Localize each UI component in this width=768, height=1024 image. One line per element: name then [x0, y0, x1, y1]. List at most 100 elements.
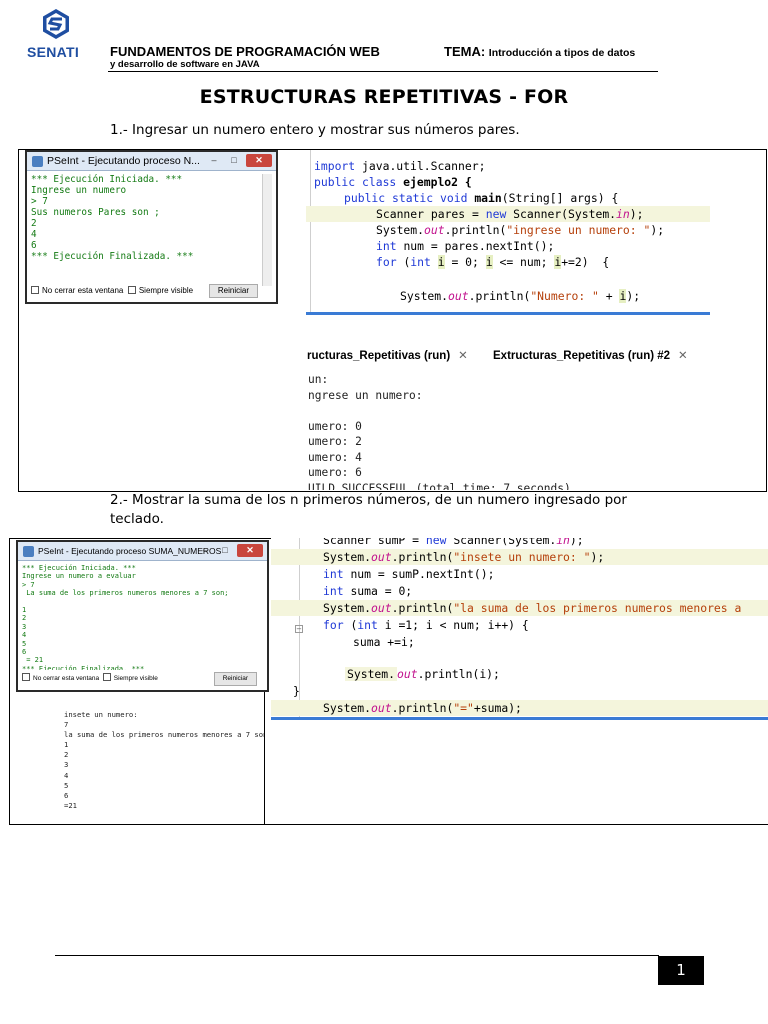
pseint-footer: No cerrar esta ventana Siempre visible R…: [22, 672, 263, 686]
code-text: = 0;: [444, 255, 486, 269]
field: in: [616, 207, 630, 221]
pseint-output: *** Ejecución Iniciada. *** Ingrese un n…: [22, 564, 229, 670]
tab-run-2[interactable]: Extructuras_Repetitivas (run) #2 ✕: [493, 350, 688, 362]
code-text: Scanner sumP =: [323, 538, 426, 547]
editor-split-bar: [306, 312, 710, 315]
code-text: <= num;: [492, 255, 555, 269]
code-text: .println(: [391, 601, 454, 615]
code-line: }: [293, 684, 300, 698]
pseint-app-icon: [32, 156, 43, 167]
maximize-button[interactable]: □: [226, 154, 242, 167]
code-text: System.: [345, 667, 398, 681]
code-text: System.: [376, 223, 425, 237]
code-text: suma = 0;: [350, 584, 413, 598]
code-text: java.util.Scanner;: [362, 159, 486, 173]
close-button[interactable]: ✕: [237, 544, 263, 557]
code-text: .println(: [468, 289, 531, 303]
code-text: System.: [323, 601, 372, 615]
minimize-button[interactable]: –: [206, 154, 222, 167]
code-text: +: [598, 289, 620, 303]
code-text: );: [590, 550, 605, 564]
pseint-window-1: PSeInt - Ejecutando proceso N... – □ ✕ *…: [25, 150, 278, 304]
code-text: System.: [400, 289, 449, 303]
code-line: Scanner pares = new Scanner(System.in);: [306, 206, 710, 222]
code-text: num = pares.nextInt();: [403, 239, 555, 253]
reiniciar-button[interactable]: Reiniciar: [213, 672, 257, 686]
code-line: public static void main(String[] args) {: [306, 190, 710, 206]
keyword: int: [323, 584, 351, 598]
maximize-button[interactable]: □: [217, 544, 233, 557]
code-editor-2: − Scanner sumP = new Scanner(System.in);…: [271, 538, 768, 717]
code-line: import java.util.Scanner;: [306, 158, 710, 174]
footer-divider: [55, 955, 659, 956]
code-text: (String[] args) {: [501, 191, 619, 205]
header-divider: [108, 71, 658, 72]
pseint-window-title: PSeInt - Ejecutando proceso N...: [47, 155, 200, 167]
no-cerrar-label: No cerrar esta ventana: [42, 286, 124, 295]
code-text: System.: [323, 550, 372, 564]
code-line: System.out.println("="+suma);: [271, 700, 768, 716]
tab-label: ructuras_Repetitivas (run): [307, 350, 451, 362]
code-editor-1: import java.util.Scanner; public class e…: [306, 150, 710, 312]
exercise-1-prompt: 1.- Ingresar un numero entero y mostrar …: [110, 122, 520, 138]
course-subtitle: y desarrollo de software en JAVA: [110, 59, 260, 70]
no-cerrar-label: No cerrar esta ventana: [33, 675, 100, 682]
reiniciar-button[interactable]: Reiniciar: [208, 284, 258, 298]
tema-label: TEMA:: [444, 44, 486, 59]
code-line: int num = sumP.nextInt();: [271, 566, 768, 582]
code-line: Scanner sumP = new Scanner(System.in);: [271, 538, 768, 548]
code-line: System.out.println("insete un numero: ")…: [271, 549, 768, 565]
output-tabs: ructuras_Repetitivas (run) ✕ Extructuras_…: [307, 348, 688, 362]
code-text: +suma);: [473, 701, 522, 715]
code-line: System. out.println(i);: [271, 666, 768, 682]
output-console-2: insete un numero: 7 la suma de los prime…: [64, 710, 264, 810]
pseint-app-icon: [23, 546, 34, 557]
tema-value: Introducción a tipos de datos: [488, 47, 636, 59]
keyword: int: [410, 255, 438, 269]
siempre-visible-checkbox[interactable]: [102, 673, 111, 681]
code-text: System.: [323, 701, 372, 715]
close-button[interactable]: ✕: [246, 154, 272, 167]
code-text: Scanner(System.: [513, 207, 617, 221]
string-literal: "la suma de los primeros numeros menores…: [453, 601, 742, 615]
field: out: [371, 550, 392, 564]
code-text: );: [650, 223, 665, 237]
code-text: +=2) {: [561, 255, 610, 269]
field: out: [397, 667, 418, 681]
tab-run-1[interactable]: ructuras_Repetitivas (run) ✕: [307, 350, 468, 362]
keyword: new: [425, 538, 454, 547]
no-cerrar-checkbox[interactable]: [31, 286, 39, 294]
field: out: [448, 289, 469, 303]
field: out: [424, 223, 445, 237]
pseint-titlebar: PSeInt - Ejecutando proceso SUMA_NUMEROS…: [18, 542, 267, 561]
minimize-button[interactable]: –: [197, 544, 213, 557]
field: out: [371, 601, 392, 615]
no-cerrar-checkbox[interactable]: [22, 673, 30, 681]
loop-variable: i: [485, 255, 493, 269]
scrollbar[interactable]: [262, 174, 272, 286]
pseint-footer: No cerrar esta ventana Siempre visible R…: [31, 284, 272, 298]
keyword: int: [376, 239, 404, 253]
code-line: System.out.println("Numero: " + i);: [306, 288, 710, 304]
code-line: public class ejemplo2 {: [306, 174, 710, 190]
string-literal: "Numero: ": [530, 289, 599, 303]
field: out: [371, 701, 392, 715]
code-text: Scanner pares =: [376, 207, 486, 221]
code-line: for (int i =1; i < num; i++) {: [271, 617, 768, 633]
keyword: int: [357, 618, 385, 632]
keyword: int: [323, 567, 351, 581]
code-line: int suma = 0;: [271, 583, 768, 599]
close-icon[interactable]: ✕: [458, 350, 468, 362]
keyword: for: [376, 255, 404, 269]
senati-logo-icon: [43, 9, 69, 39]
pseint-window-title: PSeInt - Ejecutando proceso SUMA_NUMEROS: [38, 546, 222, 556]
string-literal: "=": [453, 701, 474, 715]
siempre-visible-checkbox[interactable]: [127, 286, 136, 294]
code-text: .println(: [444, 223, 507, 237]
senati-logo: SENATI: [24, 8, 88, 64]
close-icon[interactable]: ✕: [678, 350, 688, 362]
pseint-titlebar: PSeInt - Ejecutando proceso N... – □ ✕: [27, 152, 276, 171]
siempre-visible-label: Siempre visible: [138, 286, 194, 295]
logo-text: SENATI: [27, 44, 80, 60]
editor-split-bar: [271, 717, 768, 720]
